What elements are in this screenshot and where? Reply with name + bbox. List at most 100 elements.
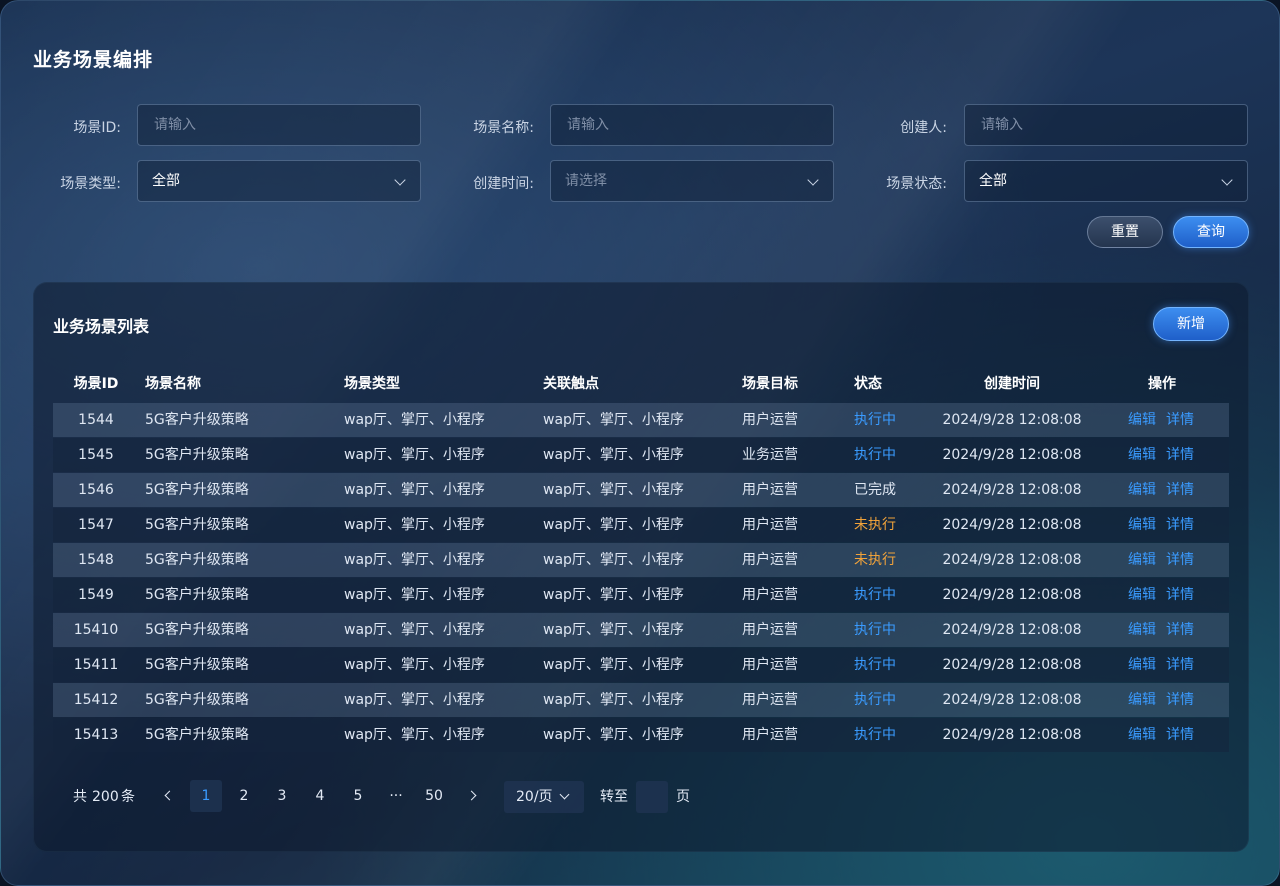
table-row: 1548 5G客户升级策略 wap厅、掌厅、小程序 wap厅、掌厅、小程序 用户运营 未执… bbox=[53, 543, 1229, 577]
cell-type: wap厅、掌厅、小程序 bbox=[344, 447, 485, 463]
cell-goal: 用户运营 bbox=[742, 692, 798, 708]
page-1[interactable]: 1 bbox=[190, 780, 222, 812]
cell-id: 1544 bbox=[78, 412, 114, 428]
cell-name: 5G客户升级策略 bbox=[145, 447, 249, 463]
creator-field[interactable] bbox=[964, 104, 1248, 146]
page-2[interactable]: 2 bbox=[228, 780, 260, 812]
cell-touch: wap厅、掌厅、小程序 bbox=[543, 657, 684, 673]
detail-link[interactable]: 详情 bbox=[1166, 622, 1194, 638]
total-suffix: 条 bbox=[121, 789, 135, 805]
detail-link[interactable]: 详情 bbox=[1166, 587, 1194, 603]
scene-status-select[interactable]: 全部 bbox=[964, 160, 1248, 202]
cell-touch: wap厅、掌厅、小程序 bbox=[543, 622, 684, 638]
page-last[interactable]: 50 bbox=[418, 780, 450, 812]
cell-id: 15411 bbox=[73, 657, 119, 673]
add-button[interactable]: 新增 bbox=[1153, 307, 1229, 341]
cell-type: wap厅、掌厅、小程序 bbox=[344, 657, 485, 673]
cell-ops: 编辑 详情 bbox=[1128, 683, 1204, 717]
cell-ops: 编辑 详情 bbox=[1128, 718, 1204, 752]
scene-name-input[interactable] bbox=[565, 116, 819, 134]
scene-id-input[interactable] bbox=[152, 116, 406, 134]
cell-id: 15410 bbox=[73, 622, 119, 638]
cell-time: 2024/9/28 12:08:08 bbox=[942, 482, 1082, 498]
edit-link[interactable]: 编辑 bbox=[1128, 482, 1156, 498]
page-4[interactable]: 4 bbox=[304, 780, 336, 812]
cell-id: 1546 bbox=[78, 482, 114, 498]
edit-link[interactable]: 编辑 bbox=[1128, 517, 1156, 533]
scene-id-label: 场景ID: bbox=[73, 120, 121, 136]
page-5[interactable]: 5 bbox=[342, 780, 374, 812]
cell-name: 5G客户升级策略 bbox=[145, 517, 249, 533]
column-header-id: 场景ID bbox=[73, 376, 119, 392]
scene-list-panel: 业务场景列表 新增 场景ID 场景名称 场景类型 关联触点 场景目标 状态 创建… bbox=[33, 282, 1249, 852]
edit-link[interactable]: 编辑 bbox=[1128, 587, 1156, 603]
cell-goal: 业务运营 bbox=[742, 447, 798, 463]
create-time-label: 创建时间: bbox=[473, 176, 534, 192]
page-ellipsis[interactable]: ··· bbox=[380, 780, 412, 812]
scene-type-select[interactable]: 全部 bbox=[137, 160, 421, 202]
edit-link[interactable]: 编辑 bbox=[1128, 622, 1156, 638]
page-3[interactable]: 3 bbox=[266, 780, 298, 812]
detail-link[interactable]: 详情 bbox=[1166, 412, 1194, 428]
cell-touch: wap厅、掌厅、小程序 bbox=[543, 412, 684, 428]
cell-time: 2024/9/28 12:08:08 bbox=[942, 727, 1082, 743]
jump-page-input[interactable] bbox=[636, 781, 668, 813]
detail-link[interactable]: 详情 bbox=[1166, 727, 1194, 743]
detail-link[interactable]: 详情 bbox=[1166, 517, 1194, 533]
edit-link[interactable]: 编辑 bbox=[1128, 657, 1156, 673]
cell-ops: 编辑 详情 bbox=[1128, 403, 1204, 437]
cell-name: 5G客户升级策略 bbox=[145, 692, 249, 708]
detail-link[interactable]: 详情 bbox=[1166, 482, 1194, 498]
panel-title: 业务场景列表 bbox=[53, 317, 150, 336]
cell-status: 执行中 bbox=[854, 692, 896, 708]
column-header-touch: 关联触点 bbox=[543, 376, 599, 392]
cell-touch: wap厅、掌厅、小程序 bbox=[543, 692, 684, 708]
chevron-down-icon bbox=[394, 174, 406, 186]
cell-goal: 用户运营 bbox=[742, 657, 798, 673]
edit-link[interactable]: 编辑 bbox=[1128, 447, 1156, 463]
edit-link[interactable]: 编辑 bbox=[1128, 552, 1156, 568]
column-header-type: 场景类型 bbox=[344, 376, 400, 392]
page-size-select[interactable]: 20/页 bbox=[504, 781, 584, 813]
next-page-icon[interactable] bbox=[466, 790, 477, 801]
edit-link[interactable]: 编辑 bbox=[1128, 692, 1156, 708]
edit-link[interactable]: 编辑 bbox=[1128, 412, 1156, 428]
cell-time: 2024/9/28 12:08:08 bbox=[942, 622, 1082, 638]
cell-touch: wap厅、掌厅、小程序 bbox=[543, 727, 684, 743]
table-row: 15411 5G客户升级策略 wap厅、掌厅、小程序 wap厅、掌厅、小程序 用户运营 执… bbox=[53, 648, 1229, 682]
cell-status: 执行中 bbox=[854, 447, 896, 463]
cell-status: 未执行 bbox=[854, 517, 896, 533]
total-count: 200 bbox=[92, 789, 119, 805]
cell-name: 5G客户升级策略 bbox=[145, 552, 249, 568]
column-header-goal: 场景目标 bbox=[742, 376, 798, 392]
detail-link[interactable]: 详情 bbox=[1166, 657, 1194, 673]
cell-time: 2024/9/28 12:08:08 bbox=[942, 587, 1082, 603]
cell-id: 1548 bbox=[78, 552, 114, 568]
cell-id: 15412 bbox=[73, 692, 119, 708]
reset-button[interactable]: 重置 bbox=[1087, 216, 1163, 248]
cell-name: 5G客户升级策略 bbox=[145, 657, 249, 673]
column-header-ops: 操作 bbox=[1148, 376, 1176, 392]
scene-name-field[interactable] bbox=[550, 104, 834, 146]
cell-type: wap厅、掌厅、小程序 bbox=[344, 517, 485, 533]
creator-input[interactable] bbox=[979, 116, 1233, 134]
column-header-name: 场景名称 bbox=[145, 376, 201, 392]
cell-time: 2024/9/28 12:08:08 bbox=[942, 657, 1082, 673]
query-button[interactable]: 查询 bbox=[1173, 216, 1249, 248]
table-row: 1546 5G客户升级策略 wap厅、掌厅、小程序 wap厅、掌厅、小程序 用户运营 已完… bbox=[53, 473, 1229, 507]
edit-link[interactable]: 编辑 bbox=[1128, 727, 1156, 743]
detail-link[interactable]: 详情 bbox=[1166, 692, 1194, 708]
table-row: 1545 5G客户升级策略 wap厅、掌厅、小程序 wap厅、掌厅、小程序 业务运营 执行… bbox=[53, 438, 1229, 472]
cell-name: 5G客户升级策略 bbox=[145, 587, 249, 603]
page-size-value: 20/页 bbox=[516, 789, 553, 805]
jump-suffix: 页 bbox=[676, 789, 690, 805]
create-time-select[interactable]: 请选择 bbox=[550, 160, 834, 202]
cell-name: 5G客户升级策略 bbox=[145, 622, 249, 638]
cell-goal: 用户运营 bbox=[742, 412, 798, 428]
prev-page-icon[interactable] bbox=[164, 790, 175, 801]
scene-id-field[interactable] bbox=[137, 104, 421, 146]
detail-link[interactable]: 详情 bbox=[1166, 447, 1194, 463]
cell-id: 15413 bbox=[73, 727, 119, 743]
detail-link[interactable]: 详情 bbox=[1166, 552, 1194, 568]
cell-ops: 编辑 详情 bbox=[1128, 578, 1204, 612]
